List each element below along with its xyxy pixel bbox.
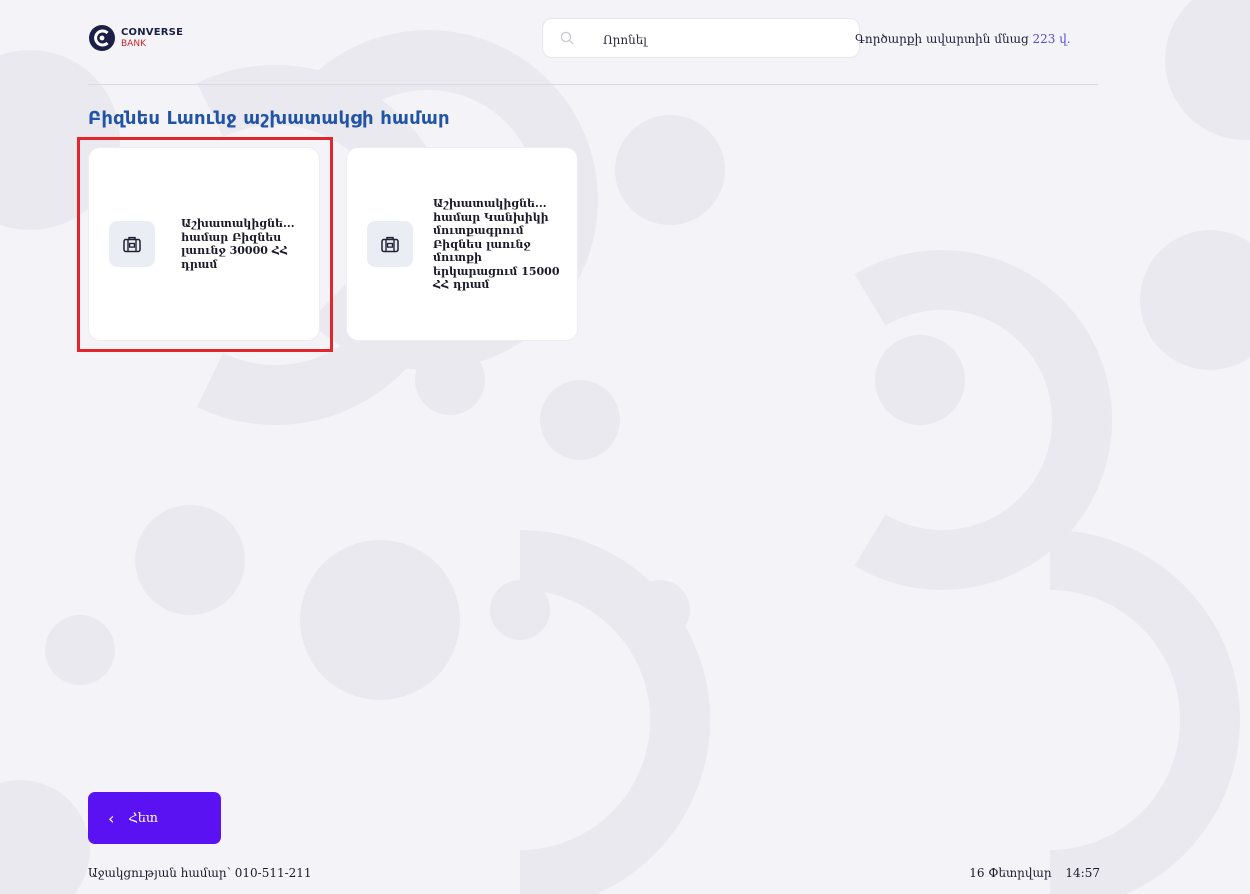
briefcase-icon xyxy=(123,236,141,253)
converse-logo-icon xyxy=(89,25,115,51)
briefcase-icon xyxy=(381,236,399,253)
support-phone: Աջակցության համար՝ 010-511-211 xyxy=(88,866,312,880)
current-time: 14:57 xyxy=(1065,866,1100,880)
back-button[interactable]: ‹ Հետ xyxy=(88,792,221,844)
search-input[interactable] xyxy=(601,28,845,52)
session-timer: Գործարքի ավարտին մնաց 223 վ. xyxy=(855,32,1071,46)
current-date: 16 Փետրվար xyxy=(969,866,1052,880)
card-icon-container xyxy=(109,221,155,267)
card-label: Աշխատակիցնե... համար Բիզնես լաունջ 30000… xyxy=(181,217,295,271)
card-icon-container xyxy=(367,221,413,267)
session-timer-seconds: 223 վ. xyxy=(1032,32,1071,46)
logo-subtitle: BANK xyxy=(121,38,146,49)
search-icon xyxy=(560,31,574,45)
logo-name: CONVERSE xyxy=(121,26,184,38)
back-button-label: Հետ xyxy=(128,810,159,826)
service-card-cash-deposit-lounge-15000[interactable]: Աշխատակիցնե... համար Կանխիկի մուտքագրում… xyxy=(346,147,578,341)
service-card-business-lounge-30000[interactable]: Աշխատակիցնե... համար Բիզնես լաունջ 30000… xyxy=(88,147,320,341)
header-divider xyxy=(88,84,1098,85)
chevron-left-icon: ‹ xyxy=(108,808,115,828)
date-time: 16 Փետրվար 14:57 xyxy=(969,866,1100,880)
page-title: Բիզնես Լաունջ աշխատակցի համար xyxy=(88,108,450,129)
card-label: Աշխատակիցնե... համար Կանխիկի մուտքագրում… xyxy=(433,196,560,291)
session-timer-label: Գործարքի ավարտին մնաց xyxy=(855,32,1029,46)
search-box[interactable] xyxy=(542,18,860,58)
bank-logo: CONVERSE BANK xyxy=(88,24,183,52)
